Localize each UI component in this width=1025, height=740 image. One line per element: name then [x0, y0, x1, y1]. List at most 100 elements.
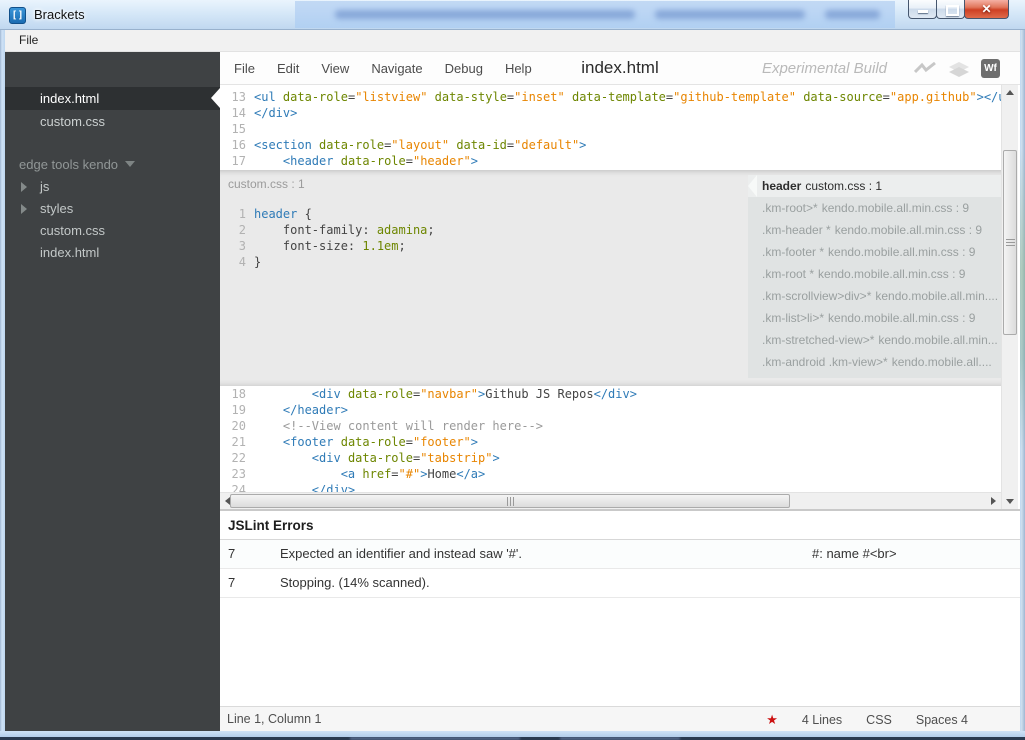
jslint-error-row[interactable]: 7 Expected an identifier and instead saw …: [220, 540, 1020, 569]
line-number: 4: [238, 255, 246, 269]
lint-error-star-icon[interactable]: ★: [766, 712, 778, 728]
scroll-up-arrow-icon[interactable]: [1002, 85, 1018, 101]
rule-selector: .km-footer *: [762, 245, 825, 259]
horizontal-scrollbar-thumb[interactable]: [230, 494, 790, 508]
menu-file[interactable]: File: [3, 30, 47, 47]
rule-file: custom.css : 1: [805, 179, 883, 193]
tree-item-custom-css[interactable]: custom.css: [5, 220, 220, 242]
title-bar[interactable]: Brackets: [0, 0, 1025, 30]
css-rules-list: header custom.css : 1 .km-root>* kendo.mobi…: [748, 175, 1001, 378]
rule-selector: .km-root *: [762, 267, 815, 281]
rule-selector: .km-stretched-view>*: [762, 333, 875, 347]
jslint-error-row[interactable]: 7 Stopping. (14% scanned).: [220, 569, 1020, 598]
tree-item-js[interactable]: js: [5, 176, 220, 198]
rule-file: kendo.mobile.all.min.css : 9: [828, 311, 976, 325]
tree-item-index-html[interactable]: index.html: [5, 242, 220, 264]
editor-html-bottom[interactable]: 18 <div data-role="navbar">Github JS Rep…: [220, 386, 1001, 492]
code-line: 22 <div data-role="tabstrip">: [220, 450, 1001, 466]
extensions-icon[interactable]: [947, 61, 971, 77]
code-text: <header data-role="header">: [282, 154, 479, 168]
window-controls: [908, 0, 1009, 19]
horizontal-scrollbar[interactable]: [220, 492, 1001, 509]
inline-editor-label: custom.css : 1: [228, 177, 305, 191]
code-text: font-family: adamina;: [254, 223, 435, 237]
working-file-custom-css[interactable]: custom.css: [5, 110, 220, 133]
code-line: 3 font-size: 1.1em;: [220, 238, 741, 254]
css-rule-item[interactable]: .km-stretched-view>* kendo.mobile.all.min…: [748, 329, 1001, 351]
inline-editor: custom.css : 1 1 header {2 font-family: a…: [220, 170, 1001, 386]
code-line: 1 header {: [220, 206, 741, 222]
editor-html-top[interactable]: 13 <ul data-role="listview" data-style="i…: [220, 85, 1001, 170]
rule-file: kendo.mobile.all.min....: [875, 289, 999, 303]
css-rule-item[interactable]: .km-root * kendo.mobile.all.min.css : 9: [748, 263, 1001, 285]
code-line: 21 <footer data-role="footer">: [220, 434, 1001, 450]
live-preview-icon[interactable]: [914, 62, 937, 75]
css-rule-item[interactable]: .km-scrollview>div>* kendo.mobile.all.min…: [748, 285, 1001, 307]
error-line-number: 7: [228, 575, 236, 590]
rule-file: kendo.mobile.all....: [891, 355, 992, 369]
code-text: <div data-role="tabstrip">: [311, 451, 500, 465]
project-dropdown[interactable]: edge tools kendo: [5, 154, 220, 176]
line-count: 4 Lines: [801, 713, 843, 727]
line-number: 14: [231, 106, 246, 120]
code-text: <!--View content will render here-->: [282, 419, 543, 433]
brackets-logo-icon[interactable]: [9, 7, 26, 24]
vertical-scrollbar-thumb[interactable]: [1003, 150, 1017, 335]
blurred-text: [825, 10, 880, 19]
rule-selector: .km-scrollview>div>*: [762, 289, 872, 303]
file-tree: js styles custom.css index.html: [5, 176, 220, 264]
maximize-button[interactable]: [936, 0, 965, 19]
line-number: 19: [231, 403, 246, 417]
rule-file: kendo.mobile.all.min.css : 9: [828, 245, 976, 259]
inline-css-code[interactable]: 1 header {2 font-family: adamina; 3 font-s…: [220, 206, 741, 270]
css-rule-item[interactable]: .km-footer * kendo.mobile.all.min.css : 9: [748, 241, 1001, 263]
css-rule-item[interactable]: header custom.css : 1: [748, 175, 1001, 197]
document-title: index.html: [581, 58, 659, 77]
indent-setting[interactable]: Spaces 4: [916, 713, 968, 727]
minimize-button[interactable]: [908, 0, 937, 19]
rule-selector: .km-header *: [762, 223, 831, 237]
working-file-index-html[interactable]: index.html: [5, 87, 220, 110]
css-rule-item[interactable]: .km-android .km-view>* kendo.mobile.all..…: [748, 351, 1001, 373]
close-button[interactable]: [964, 0, 1009, 19]
vertical-scrollbar[interactable]: [1001, 85, 1018, 509]
code-text: <section data-role="layout" data-id="def…: [254, 138, 587, 152]
line-number: 21: [231, 435, 246, 449]
code-text: <div data-role="navbar">Github JS Repos<…: [311, 387, 637, 401]
line-number: 13: [231, 90, 246, 104]
blurred-background-window: [295, 1, 895, 28]
rule-file: kendo.mobile.all.min.css : 9: [834, 223, 983, 237]
error-snippet: #: name #<br>: [812, 546, 897, 561]
css-rule-item[interactable]: .km-root>* kendo.mobile.all.min.css : 9: [748, 197, 1001, 219]
scroll-right-arrow-icon[interactable]: [985, 493, 1001, 509]
language-mode[interactable]: CSS: [866, 713, 892, 727]
code-line: 4}: [220, 254, 741, 270]
rule-file: kendo.mobile.all.min.css : 9: [818, 267, 966, 281]
css-rule-item[interactable]: .km-header * kendo.mobile.all.min.css : 9: [748, 219, 1001, 241]
scrollbar-grip-icon: [1005, 242, 1015, 243]
code-line: 20 <!--View content will render here-->: [220, 418, 1001, 434]
cursor-position: Line 1, Column 1: [227, 712, 322, 726]
code-line: 18 <div data-role="navbar">Github JS Rep…: [220, 386, 1001, 402]
rule-selector: .km-android .km-view>*: [762, 355, 888, 369]
build-label: Experimental Build: [761, 60, 887, 77]
rule-file: kendo.mobile.all.min...: [878, 333, 998, 347]
scroll-down-arrow-icon[interactable]: [1002, 493, 1018, 509]
blurred-text: [655, 10, 805, 19]
tree-item-styles[interactable]: styles: [5, 198, 220, 220]
code-text: <footer data-role="footer">: [282, 435, 479, 449]
jslint-panel-title: JSLint Errors: [220, 511, 1020, 540]
status-bar-right: ★ 4 Lines CSS Spaces 4: [766, 712, 968, 728]
rule-selector: header: [762, 179, 802, 193]
dropdown-caret-icon: [125, 161, 136, 167]
code-line: 2 font-family: adamina;: [220, 222, 741, 238]
code-text: <a href="#">Home</a>: [340, 467, 486, 481]
folder-caret-icon: [21, 182, 27, 192]
line-number: 18: [231, 387, 246, 401]
wf-badge-icon[interactable]: Wf: [981, 59, 1000, 78]
error-line-number: 7: [228, 546, 236, 561]
rule-selector: .km-list>li>*: [762, 311, 825, 325]
css-rule-item[interactable]: .km-list>li>* kendo.mobile.all.min.css : …: [748, 307, 1001, 329]
line-number: 16: [231, 138, 246, 152]
line-number: 3: [238, 239, 246, 253]
